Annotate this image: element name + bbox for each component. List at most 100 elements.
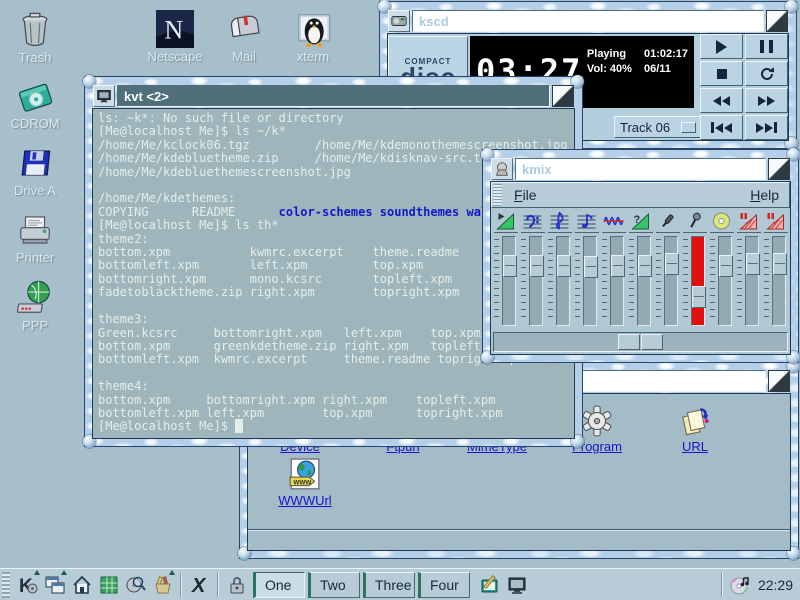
desktop-icon-cdrom[interactable]: CDROM — [0, 77, 70, 131]
panel-grip[interactable] — [2, 572, 10, 598]
volume-slider-treble[interactable] — [548, 236, 572, 326]
panel-button-lock-screen[interactable] — [224, 572, 249, 597]
slider-handle[interactable] — [530, 255, 544, 277]
rewind-button[interactable] — [700, 88, 743, 113]
menu-file[interactable]: File — [504, 187, 547, 203]
rec-pause-icon[interactable] — [764, 210, 788, 233]
kscd-titlebar[interactable]: kscd — [388, 10, 788, 32]
kfm-icon-wwwurl[interactable]: WWW WWWUrl — [270, 458, 340, 508]
panel-button-find-files[interactable] — [123, 572, 148, 597]
pause-button[interactable] — [745, 34, 788, 59]
desktop-button-one[interactable]: One — [253, 572, 305, 598]
slider-handle[interactable] — [746, 253, 760, 275]
panel-button-x-terminal[interactable]: X — [187, 572, 212, 597]
volume-slider-bass[interactable] — [521, 236, 545, 326]
slider-handle[interactable] — [692, 286, 706, 308]
desktop-icon-xterm[interactable]: xterm — [278, 10, 348, 64]
previous-track-button[interactable] — [700, 115, 743, 140]
slider-track[interactable] — [691, 236, 705, 326]
volume-slider-record1[interactable] — [737, 236, 761, 326]
panel-button-terminal[interactable] — [504, 572, 529, 597]
rec-pause-icon[interactable] — [737, 210, 761, 233]
volume-slider-record2[interactable] — [764, 236, 788, 326]
menu-help[interactable]: Help — [740, 187, 789, 203]
window-kmix[interactable]: kmix File Help — [483, 150, 798, 362]
slider-handle[interactable] — [611, 255, 625, 277]
volume-slider-pcm[interactable] — [602, 236, 626, 326]
kmix-window-menu-icon[interactable] — [491, 158, 513, 180]
slider-handle[interactable] — [503, 255, 517, 277]
desktop-icon-drive-a[interactable]: Drive A — [0, 144, 70, 198]
volume-slider-output[interactable] — [494, 236, 518, 326]
panel-button-notes[interactable] — [477, 572, 502, 597]
slider-handle[interactable] — [665, 253, 679, 275]
kfm-icon-label[interactable]: URL — [660, 439, 730, 454]
slider-track[interactable] — [610, 236, 624, 326]
slider-track[interactable] — [583, 236, 597, 326]
play-triangle-icon[interactable] — [494, 210, 518, 233]
slider-track[interactable] — [745, 236, 759, 326]
bass-clef-icon[interactable] — [521, 210, 545, 233]
slider-track[interactable] — [556, 236, 570, 326]
slider-handle[interactable] — [557, 255, 571, 277]
kmix-sticky-button[interactable] — [768, 158, 790, 180]
play-button[interactable] — [700, 34, 743, 59]
track-selector-button[interactable] — [681, 122, 696, 133]
desktop-icon-printer[interactable]: Printer — [0, 211, 70, 265]
panel-button-home-folder[interactable] — [69, 572, 94, 597]
volume-slider-microphone[interactable] — [683, 236, 707, 326]
kvt-titlebar[interactable]: kvt <2> — [93, 85, 574, 107]
slider-track[interactable] — [637, 236, 651, 326]
kmix-bar-button-right[interactable] — [641, 334, 663, 350]
volume-slider-line[interactable] — [656, 236, 680, 326]
kfm-icon-url[interactable]: URL — [660, 404, 730, 454]
kvt-title[interactable]: kvt <2> — [117, 85, 550, 107]
panel-button-k-menu[interactable]: K — [15, 572, 40, 597]
slider-track[interactable] — [718, 236, 732, 326]
desktop-icon-mail[interactable]: Mail — [209, 10, 279, 64]
panel-button-organizer[interactable] — [150, 572, 175, 597]
kfm-sticky-button[interactable] — [768, 370, 790, 392]
kscd-sticky-button[interactable] — [766, 10, 788, 32]
panel-button-window-list[interactable] — [42, 572, 67, 597]
slider-handle[interactable] — [584, 256, 598, 278]
kvt-window-menu-icon[interactable] — [93, 85, 115, 107]
kvt-sticky-button[interactable] — [552, 85, 574, 107]
volume-slider-synth[interactable] — [575, 236, 599, 326]
desktop-button-three[interactable]: Three — [363, 572, 415, 598]
slider-handle[interactable] — [773, 253, 787, 275]
kmix-titlebar[interactable]: kmix — [491, 158, 790, 180]
wave-icon[interactable] — [602, 210, 626, 233]
volume-slider-unknown[interactable] — [629, 236, 653, 326]
stop-button[interactable] — [700, 61, 743, 86]
desktop-button-four[interactable]: Four — [418, 572, 470, 598]
music-note-icon[interactable] — [575, 210, 599, 233]
slider-track[interactable] — [664, 236, 678, 326]
kmix-bottom-bar[interactable] — [493, 332, 788, 352]
slider-track[interactable] — [502, 236, 516, 326]
slider-handle[interactable] — [638, 255, 652, 277]
track-selector[interactable]: Track 06 — [614, 116, 702, 138]
volume-slider-cd[interactable] — [710, 236, 734, 326]
slider-handle[interactable] — [719, 255, 733, 277]
cd-icon[interactable] — [710, 210, 734, 233]
kscd-title[interactable]: kscd — [412, 10, 764, 32]
desktop-button-two[interactable]: Two — [308, 572, 360, 598]
slider-track[interactable] — [529, 236, 543, 326]
microphone-icon[interactable] — [683, 210, 707, 233]
desktop-icon-ppp[interactable]: PPP — [0, 279, 70, 333]
plug-icon[interactable] — [656, 210, 680, 233]
desktop-icon-netscape[interactable]: N Netscape — [140, 10, 210, 64]
next-track-button[interactable] — [745, 115, 788, 140]
slider-track[interactable] — [772, 236, 786, 326]
treble-clef-icon[interactable] — [548, 210, 572, 233]
panel-tray-kscd-indicator[interactable] — [728, 572, 753, 597]
kscd-window-menu-icon[interactable] — [388, 10, 410, 32]
forward-button[interactable] — [745, 88, 788, 113]
loop-button[interactable] — [745, 61, 788, 86]
menubar-grip[interactable] — [493, 184, 502, 206]
desktop-icon-trash[interactable]: Trash — [0, 11, 70, 65]
kfm-icon-label[interactable]: WWWUrl — [270, 493, 340, 508]
kmix-title[interactable]: kmix — [515, 158, 766, 180]
panel-button-applications[interactable] — [96, 572, 121, 597]
